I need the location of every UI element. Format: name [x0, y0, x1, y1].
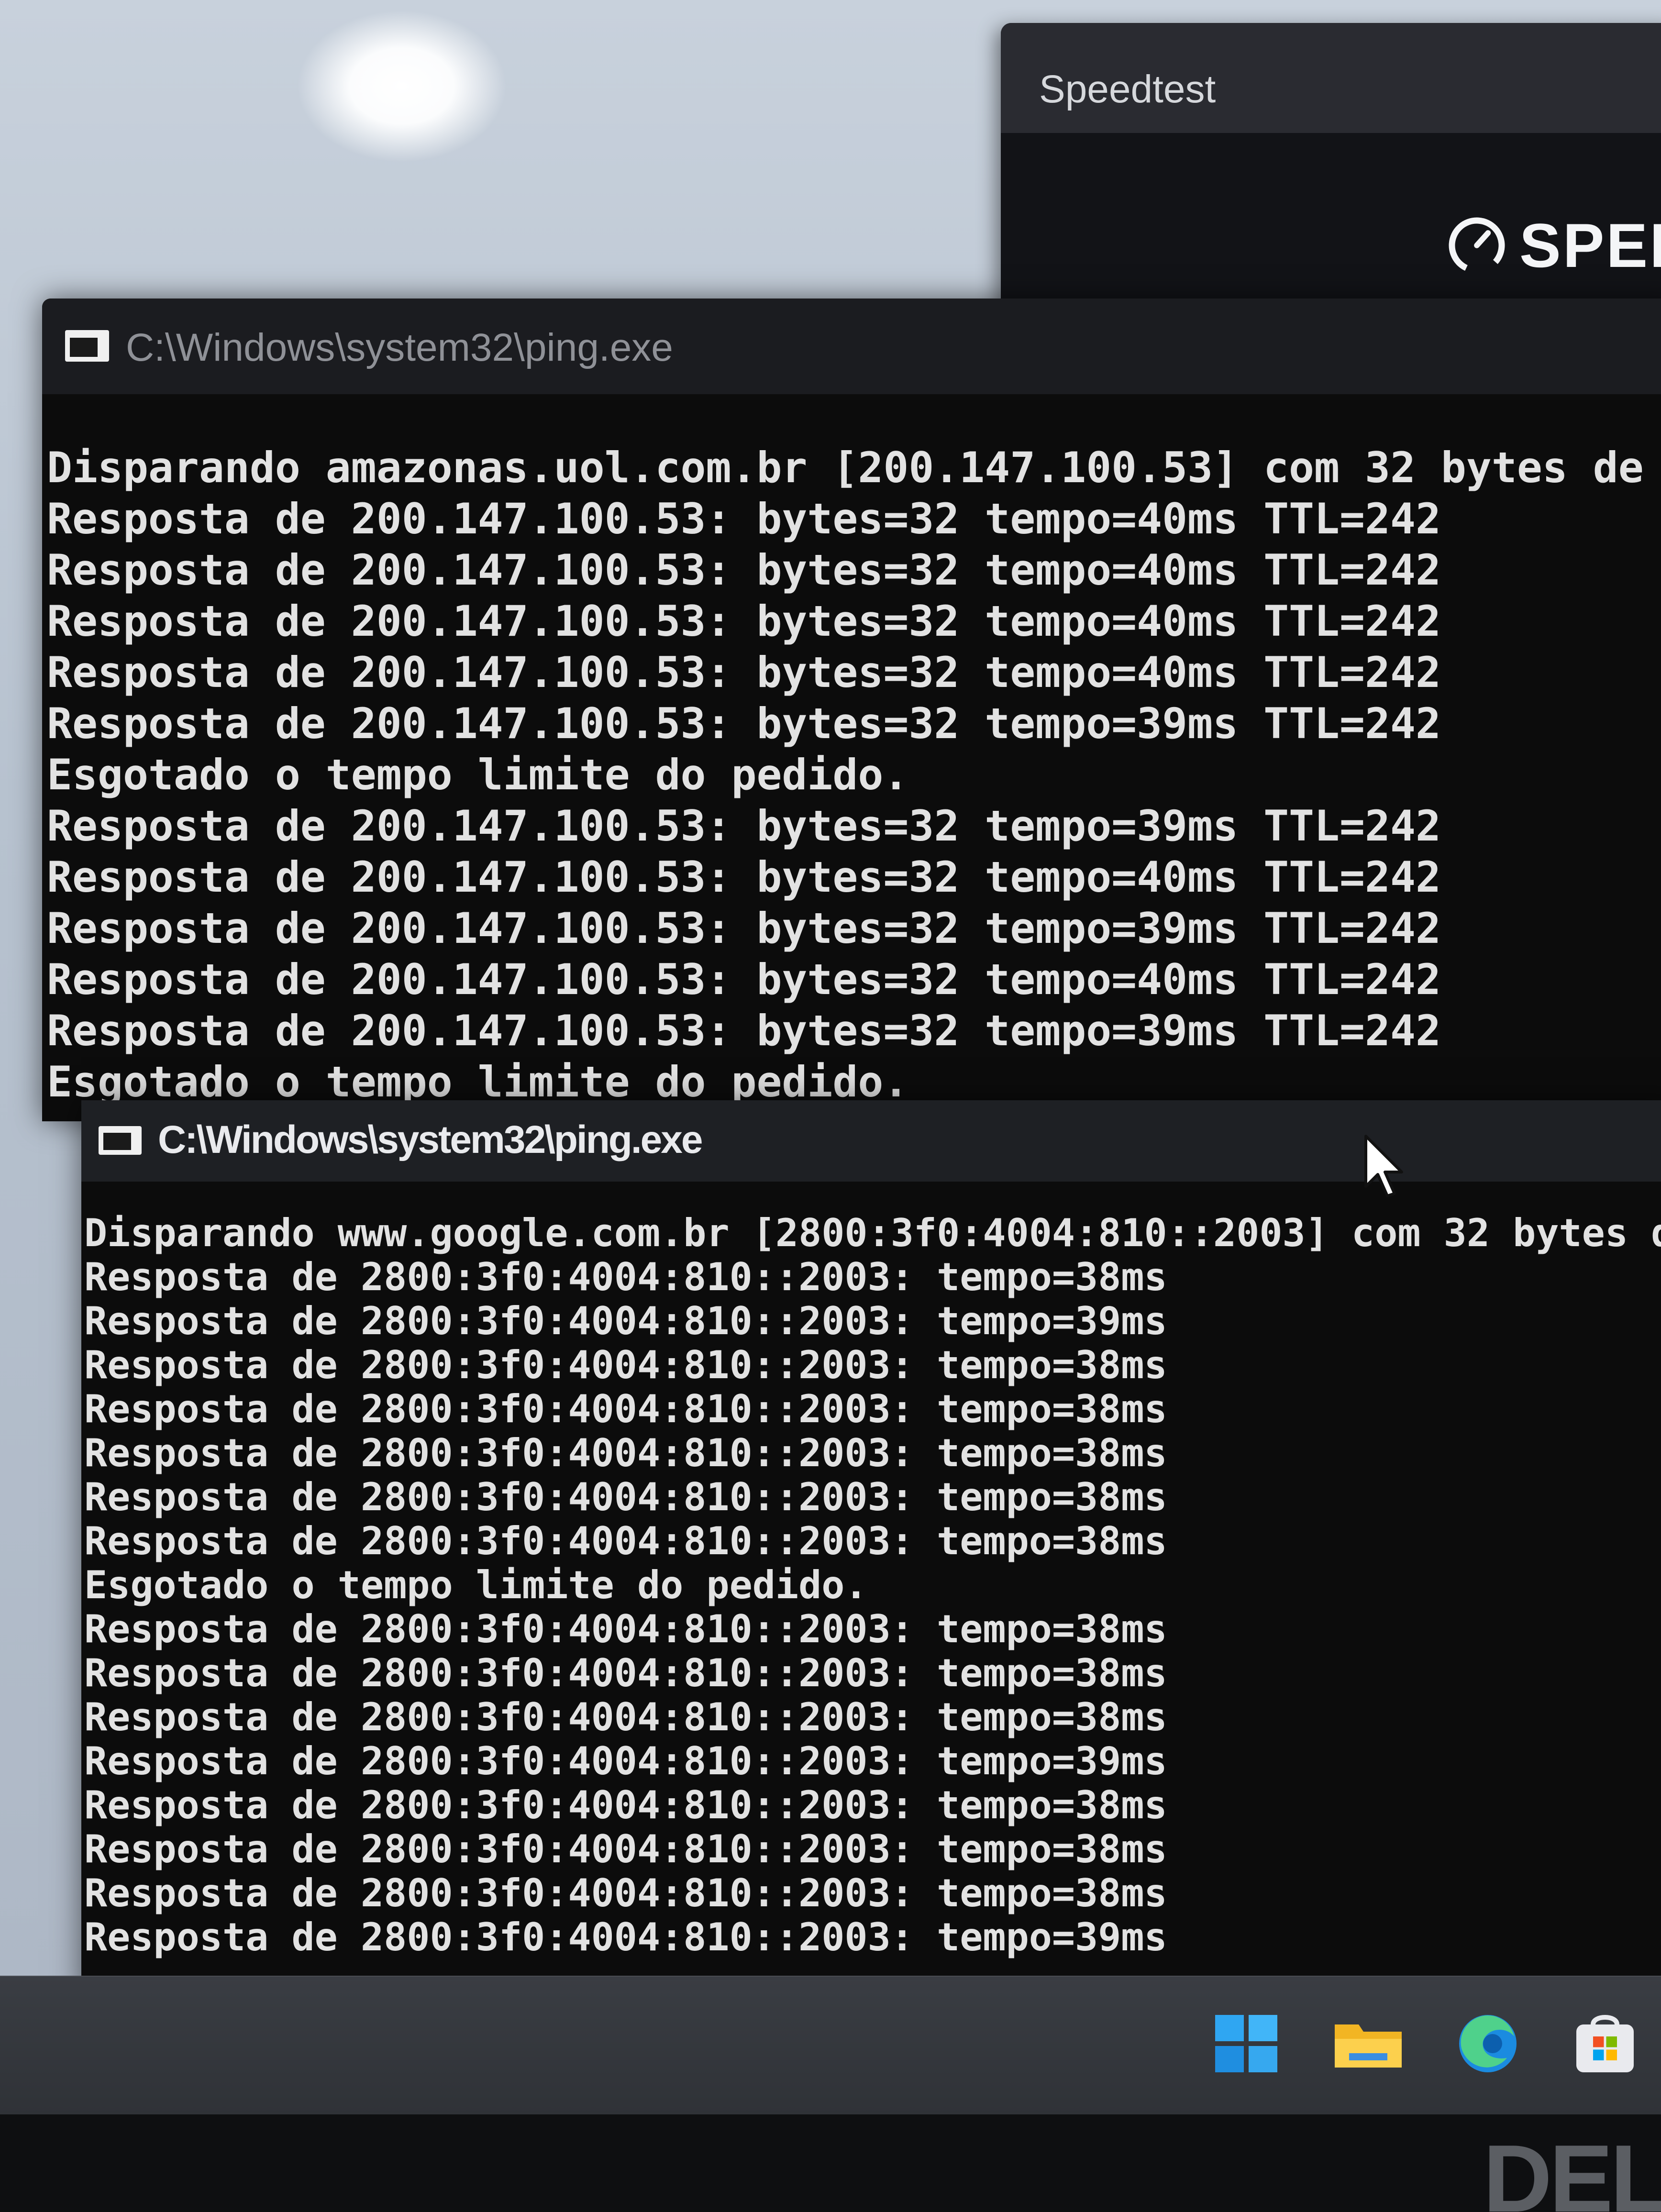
- console-window-title: C:\Windows\system32\ping.exe: [126, 326, 673, 369]
- console-line: Esgotado o tempo limite do pedido.: [84, 1563, 868, 1607]
- ping-console-window-2[interactable]: C:\Windows\system32\ping.exe Disparando …: [81, 1100, 1661, 2000]
- console-line: Resposta de 2800:3f0:4004:810::2003: tem…: [84, 1475, 1167, 1519]
- console-line: Resposta de 2800:3f0:4004:810::2003: tem…: [84, 1915, 1167, 1959]
- console-line: Resposta de 2800:3f0:4004:810::2003: tem…: [84, 1871, 1167, 1915]
- console-line: Resposta de 200.147.100.53: bytes=32 tem…: [47, 852, 1441, 902]
- console-titlebar[interactable]: C:\Windows\system32\ping.exe: [81, 1100, 1661, 1182]
- speedtest-titlebar[interactable]: Speedtest: [1001, 23, 1661, 133]
- console-line: Disparando www.google.com.br [2800:3f0:4…: [84, 1211, 1661, 1255]
- console-line: Resposta de 200.147.100.53: bytes=32 tem…: [47, 1006, 1441, 1055]
- file-explorer-icon[interactable]: [1332, 2010, 1404, 2077]
- dell-logo: DELL: [1483, 2125, 1661, 2212]
- console-line: Resposta de 2800:3f0:4004:810::2003: tem…: [84, 1343, 1167, 1387]
- console-line: Resposta de 2800:3f0:4004:810::2003: tem…: [84, 1827, 1167, 1871]
- console-output[interactable]: Disparando www.google.com.br [2800:3f0:4…: [84, 1211, 1661, 1959]
- console-line: Resposta de 200.147.100.53: bytes=32 tem…: [47, 494, 1441, 543]
- speedometer-icon: [1449, 217, 1505, 274]
- console-app-icon: [65, 330, 109, 362]
- console-line: Disparando amazonas.uol.com.br [200.147.…: [47, 443, 1661, 492]
- monitor-bezel: [0, 2114, 1661, 2212]
- mouse-pointer-icon: [1364, 1135, 1403, 1197]
- console-line: Resposta de 200.147.100.53: bytes=32 tem…: [47, 699, 1441, 748]
- console-line: Resposta de 200.147.100.53: bytes=32 tem…: [47, 648, 1441, 697]
- console-line: Resposta de 2800:3f0:4004:810::2003: tem…: [84, 1695, 1167, 1739]
- console-line: Resposta de 2800:3f0:4004:810::2003: tem…: [84, 1387, 1167, 1431]
- speedtest-logo[interactable]: SPEE: [1446, 210, 1661, 281]
- console-line: Resposta de 200.147.100.53: bytes=32 tem…: [47, 955, 1441, 1004]
- console-line: Resposta de 2800:3f0:4004:810::2003: tem…: [84, 1651, 1167, 1695]
- speedtest-logo-text: SPEE: [1519, 210, 1661, 280]
- console-output[interactable]: Disparando amazonas.uol.com.br [200.147.…: [47, 442, 1661, 1107]
- taskbar: [0, 1976, 1661, 2115]
- console-line: Resposta de 2800:3f0:4004:810::2003: tem…: [84, 1607, 1167, 1651]
- console-line: Resposta de 2800:3f0:4004:810::2003: tem…: [84, 1783, 1167, 1827]
- speedtest-content: SPEE: [1001, 133, 1661, 310]
- speedtest-window-title: Speedtest: [1039, 67, 1216, 111]
- speedtest-window[interactable]: Speedtest SPEE: [1001, 23, 1661, 310]
- console-titlebar[interactable]: C:\Windows\system32\ping.exe: [42, 299, 1661, 394]
- windows-start-icon[interactable]: [1210, 2010, 1282, 2077]
- photo-of-monitor: Speedtest SPEE C:\Windows\system32\ping.…: [0, 0, 1661, 2212]
- console-line: Resposta de 200.147.100.53: bytes=32 tem…: [47, 545, 1441, 595]
- console-line: Resposta de 200.147.100.53: bytes=32 tem…: [47, 597, 1441, 646]
- console-app-icon: [99, 1126, 142, 1155]
- console-line: Resposta de 2800:3f0:4004:810::2003: tem…: [84, 1431, 1167, 1475]
- ping-console-window-1[interactable]: C:\Windows\system32\ping.exe Disparando …: [42, 299, 1661, 1121]
- microsoft-store-icon[interactable]: [1569, 2010, 1641, 2077]
- console-window-title: C:\Windows\system32\ping.exe: [158, 1118, 703, 1161]
- console-line: Resposta de 200.147.100.53: bytes=32 tem…: [47, 904, 1441, 953]
- console-line: Resposta de 2800:3f0:4004:810::2003: tem…: [84, 1519, 1167, 1563]
- console-line: Esgotado o tempo limite do pedido.: [47, 1057, 909, 1106]
- console-line: Resposta de 2800:3f0:4004:810::2003: tem…: [84, 1739, 1167, 1783]
- console-line: Resposta de 200.147.100.53: bytes=32 tem…: [47, 801, 1441, 851]
- console-line: Esgotado o tempo limite do pedido.: [47, 750, 909, 799]
- screen-glare: [297, 10, 507, 163]
- console-line: Resposta de 2800:3f0:4004:810::2003: tem…: [84, 1255, 1167, 1299]
- console-line: Resposta de 2800:3f0:4004:810::2003: tem…: [84, 1299, 1167, 1343]
- edge-browser-icon[interactable]: [1452, 2010, 1524, 2077]
